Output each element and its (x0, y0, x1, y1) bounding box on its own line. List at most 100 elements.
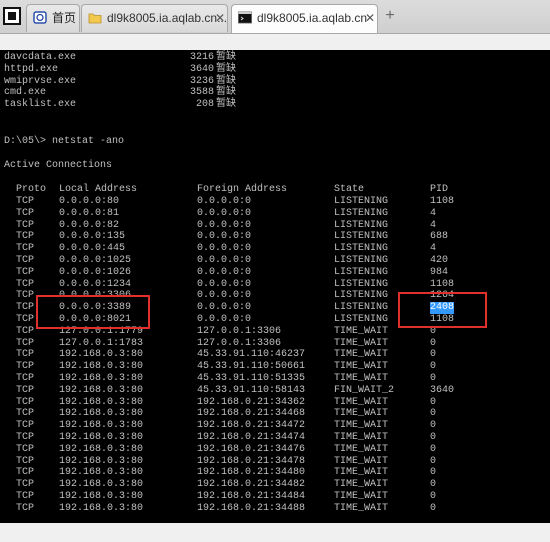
process-name: cmd.exe (4, 87, 47, 99)
table-cell: 0 (430, 396, 437, 408)
table-cell: 0 (430, 420, 437, 432)
tab-terminal[interactable]: dl9k8005.ia.aqlab.cn ✕ (231, 4, 378, 33)
process-name: tasklist.exe (4, 99, 77, 111)
table-cell: TCP (16, 337, 35, 349)
process-pid: 3640 (189, 63, 214, 75)
command-prompt: D:\05\> netstat -ano (4, 136, 125, 147)
close-icon[interactable]: ✕ (215, 5, 225, 31)
process-name: httpd.exe (4, 63, 59, 75)
table-cell: 0.0.0.0:0 (197, 266, 252, 278)
table-cell: 192.168.0.21:34482 (197, 479, 306, 491)
home-tab-icon (33, 11, 47, 24)
table-cell: 127.0.0.1:1783 (59, 337, 144, 349)
table-cell: TCP (16, 325, 35, 337)
table-cell: LISTENING (334, 290, 389, 302)
table-cell: TCP (16, 467, 35, 479)
table-cell: 192.168.0.21:34468 (197, 408, 306, 420)
table-cell: LISTENING (334, 196, 389, 207)
table-cell: TCP (16, 396, 35, 408)
table-cell: TCP (16, 314, 35, 325)
table-cell: TIME_WAIT (334, 502, 389, 514)
table-cell: 45.33.91.110:50661 (197, 361, 306, 373)
table-cell: LISTENING (334, 243, 389, 255)
table-cell: 0.0.0.0:82 (59, 219, 120, 231)
table-cell: TCP (16, 491, 35, 502)
table-cell: 0 (430, 325, 437, 337)
process-status: 暂缺 (216, 75, 236, 87)
table-cell: 0.0.0.0:1025 (59, 255, 132, 266)
table-cell: 192.168.0.21:34478 (197, 455, 306, 467)
table-cell: 192.168.0.3:80 (59, 467, 144, 479)
column-header: Foreign Address (197, 184, 288, 195)
close-icon[interactable]: ✕ (365, 5, 375, 31)
table-cell: 984 (430, 266, 449, 278)
table-cell: 45.33.91.110:51335 (197, 373, 306, 384)
table-cell: TCP (16, 196, 35, 207)
table-cell: TCP (16, 408, 35, 420)
table-cell: LISTENING (334, 231, 389, 243)
table-cell: TIME_WAIT (334, 455, 389, 467)
table-cell: 0.0.0.0:8021 (59, 314, 132, 325)
table-cell: 127.0.0.1:3306 (197, 337, 282, 349)
table-cell: 192.168.0.3:80 (59, 491, 144, 502)
table-cell: 0.0.0.0:1234 (59, 278, 132, 290)
column-header: PID (430, 184, 449, 195)
status-strip (0, 523, 550, 542)
command-console[interactable]: davcdata.exe 3216 暂缺 httpd.exe 3640 暂缺 wmiprvs… (0, 50, 550, 523)
table-cell: 192.168.0.21:34476 (197, 443, 306, 455)
tab-folder[interactable]: dl9k8005.ia.aqlab.cn... ✕ (81, 4, 228, 32)
table-cell: TIME_WAIT (334, 479, 389, 491)
process-pid: 3588 (189, 87, 214, 99)
table-cell: 192.168.0.3:80 (59, 443, 144, 455)
table-cell: 127.0.0.1:1779 (59, 325, 144, 337)
app-menu-icon[interactable] (3, 7, 21, 25)
table-cell: TCP (16, 219, 35, 231)
table-cell: 1108 (430, 314, 455, 325)
table-cell: TIME_WAIT (334, 443, 389, 455)
column-header: Local Address (59, 184, 138, 195)
table-cell: TIME_WAIT (334, 337, 389, 349)
column-header: State (334, 184, 365, 195)
table-cell: LISTENING (334, 302, 389, 314)
tab-label: dl9k8005.ia.aqlab.cn (257, 11, 368, 25)
process-pid: 208 (195, 99, 214, 111)
table-cell: TIME_WAIT (334, 432, 389, 443)
tab-label: dl9k8005.ia.aqlab.cn... (107, 11, 228, 25)
table-cell: 192.168.0.3:80 (59, 432, 144, 443)
table-cell: 0.0.0.0:0 (197, 196, 252, 207)
table-cell: 192.168.0.3:80 (59, 396, 144, 408)
table-cell: TIME_WAIT (334, 373, 389, 384)
table-cell: 192.168.0.21:34480 (197, 467, 306, 479)
table-cell: 0 (430, 455, 437, 467)
process-name: davcdata.exe (4, 52, 77, 63)
new-tab-button[interactable]: + (383, 7, 397, 25)
terminal-icon (238, 11, 252, 24)
table-cell: TCP (16, 302, 35, 314)
table-cell: TIME_WAIT (334, 491, 389, 502)
process-pid: 3236 (189, 75, 214, 87)
table-cell: TCP (16, 455, 35, 467)
table-cell: TCP (16, 502, 35, 514)
table-cell: 4 (430, 243, 437, 255)
table-cell: 3640 (430, 384, 455, 396)
section-title: Active Connections (4, 160, 113, 171)
table-cell: FIN_WAIT_2 (334, 384, 395, 396)
process-status: 暂缺 (216, 87, 236, 99)
table-cell: 688 (430, 231, 449, 243)
process-name: wmiprvse.exe (4, 75, 77, 87)
tab-strip: 首页 dl9k8005.ia.aqlab.cn... ✕ dl9k8005.ia… (0, 0, 550, 34)
table-cell: 192.168.0.3:80 (59, 361, 144, 373)
table-cell: TIME_WAIT (334, 349, 389, 361)
table-cell: 192.168.0.21:34472 (197, 420, 306, 432)
table-cell: LISTENING (334, 207, 389, 219)
table-cell: 192.168.0.3:80 (59, 373, 144, 384)
table-cell: TIME_WAIT (334, 408, 389, 420)
tab-home[interactable]: 首页 (26, 4, 80, 32)
table-cell: TCP (16, 373, 35, 384)
table-cell: TIME_WAIT (334, 396, 389, 408)
folder-icon (88, 13, 102, 24)
table-cell: TCP (16, 479, 35, 491)
table-cell: 0.0.0.0:1026 (59, 266, 132, 278)
table-cell: 0.0.0.0:445 (59, 243, 126, 255)
process-status: 暂缺 (216, 52, 236, 63)
